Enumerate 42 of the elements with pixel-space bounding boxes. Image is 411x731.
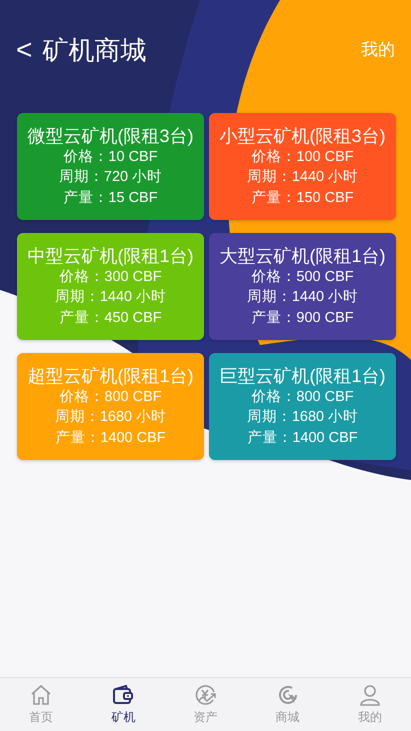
- price-text: 价格：800 CBF: [251, 388, 354, 407]
- miner-card[interactable]: 小型云矿机(限租3台) 价格：100 CBF 周期：1440 小时 产量：150 CBF: [209, 113, 396, 220]
- tab-item[interactable]: 商城: [246, 678, 329, 731]
- tab-item[interactable]: 我的: [328, 678, 411, 731]
- price-text: 价格：300 CBF: [59, 268, 162, 287]
- tab-item[interactable]: 首页: [0, 678, 82, 731]
- miner-name: 微型云矿机(限租3台): [28, 124, 194, 147]
- back-button[interactable]: <: [16, 36, 32, 64]
- miner-name: 中型云矿机(限租1台): [28, 244, 194, 267]
- output-text: 产量：1400 CBF: [247, 428, 358, 448]
- tab-item[interactable]: 矿机: [82, 678, 164, 731]
- page-title: 矿机商城: [42, 34, 146, 66]
- cycle-text: 周期：1440 小时: [54, 288, 166, 308]
- miner-card[interactable]: 微型云矿机(限租3台) 价格：10 CBF 周期：720 小时 产量：15 CBF: [17, 113, 204, 220]
- user-icon: [358, 683, 382, 707]
- home-icon: [29, 683, 54, 707]
- price-text: 价格：10 CBF: [63, 148, 158, 167]
- miner-card[interactable]: 中型云矿机(限租1台) 价格：300 CBF 周期：1440 小时 产量：450 CBF: [17, 233, 204, 340]
- output-text: 产量：150 CBF: [251, 188, 354, 208]
- wallet-icon: [111, 683, 136, 707]
- cycle-text: 周期：720 小时: [58, 168, 162, 188]
- miner-name: 小型云矿机(限租3台): [220, 124, 386, 147]
- miner-name: 大型云矿机(限租1台): [220, 244, 386, 267]
- miner-name: 巨型云矿机(限租1台): [220, 364, 386, 387]
- output-text: 产量：900 CBF: [251, 308, 354, 328]
- miner-name: 超型云矿机(限租1台): [28, 364, 194, 387]
- my-link[interactable]: 我的: [361, 37, 395, 63]
- miner-card[interactable]: 超型云矿机(限租1台) 价格：800 CBF 周期：1680 小时 产量：1400 CBF: [17, 353, 204, 460]
- cycle-text: 周期：1440 小时: [246, 168, 358, 188]
- output-text: 产量：15 CBF: [63, 188, 158, 208]
- price-text: 价格：500 CBF: [251, 268, 354, 287]
- tab-item[interactable]: 资产: [164, 678, 247, 731]
- cycle-text: 周期：1680 小时: [54, 408, 166, 428]
- output-text: 产量：1400 CBF: [55, 428, 166, 448]
- cycle-text: 周期：1440 小时: [246, 288, 358, 308]
- miner-card[interactable]: 巨型云矿机(限租1台) 价格：800 CBF 周期：1680 小时 产量：1400 CBF: [209, 353, 396, 460]
- price-text: 价格：800 CBF: [59, 388, 162, 407]
- cycle-text: 周期：1680 小时: [246, 408, 358, 428]
- price-text: 价格：100 CBF: [251, 148, 354, 167]
- yen-chart-icon: [194, 683, 218, 707]
- output-text: 产量：450 CBF: [59, 308, 162, 328]
- miner-card[interactable]: 大型云矿机(限租1台) 价格：500 CBF 周期：1440 小时 产量：900 CBF: [209, 233, 396, 340]
